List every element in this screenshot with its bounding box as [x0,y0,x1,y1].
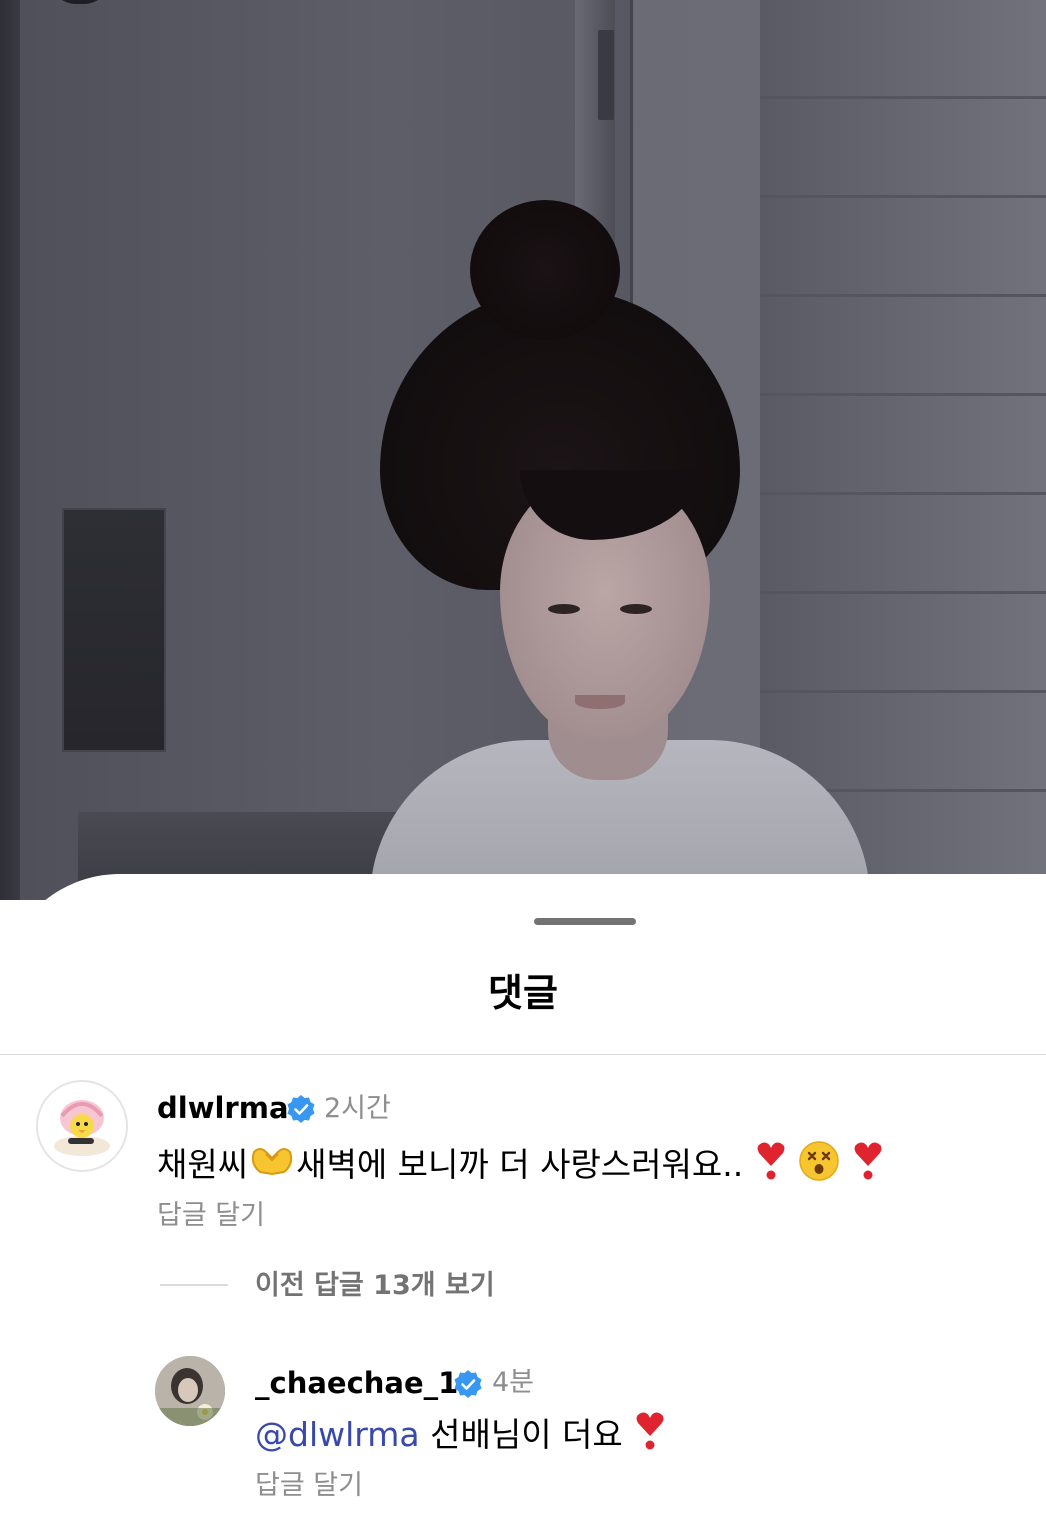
reply-button[interactable]: 답글 달기 [157,1198,265,1234]
mention-link[interactable]: @dlwlrma [255,1415,420,1454]
reply-text: @dlwlrma 선배님이 더요 [255,1410,667,1463]
sheet-title: 댓글 [488,971,558,1015]
comments-sheet: 댓글 dlwlrma 2시간 채원씨 새벽에 보니까 더 사랑스러워요.. 답글… [0,874,1046,1524]
reply-button[interactable]: 답글 달기 [255,1468,363,1504]
divider [0,1054,1046,1055]
heart-hands-emoji-icon [248,1144,296,1189]
avatar-illustration-icon [38,1082,126,1170]
person-hair-bun [470,200,620,340]
comment-username[interactable]: dlwlrma [157,1090,289,1126]
view-previous-replies-button[interactable]: 이전 답글 13개 보기 [255,1268,495,1304]
reply-text-body: 선배님이 더요 [419,1415,623,1454]
exclamation-heart-emoji-icon [851,1140,885,1193]
user-avatar[interactable] [155,1356,225,1426]
comment-timestamp: 2시간 [324,1093,391,1124]
comment-text-part2: 새벽에 보니까 더 사랑스러워요.. [296,1145,744,1184]
door-hinge [598,30,614,120]
cartoon-bird-avatar[interactable] [36,1080,128,1172]
person-eye-right [620,604,652,614]
brick-wall [760,0,1046,900]
exclamation-heart-emoji-icon [754,1140,788,1193]
verified-badge-icon [287,1095,315,1123]
replies-divider-line [160,1284,228,1286]
avatar-photo-icon [155,1356,225,1426]
screen: 댓글 dlwlrma 2시간 채원씨 새벽에 보니까 더 사랑스러워요.. 답글… [0,0,1046,1524]
dizzy-face-emoji-icon [798,1140,840,1193]
door-plate [62,508,166,752]
verified-badge-icon [454,1370,482,1398]
comment-text-part1: 채원씨 [157,1145,249,1184]
reply-username[interactable]: _chaechae_1 [255,1365,458,1401]
comment-text: 채원씨 새벽에 보니까 더 사랑스러워요.. [157,1140,885,1193]
person-mouth [575,695,625,709]
exclamation-heart-emoji-icon [633,1410,667,1463]
reply-timestamp: 4분 [492,1367,535,1398]
sheet-grabber-handle[interactable] [534,918,636,925]
video-background[interactable] [0,0,1046,900]
person-eye-left [548,604,580,614]
